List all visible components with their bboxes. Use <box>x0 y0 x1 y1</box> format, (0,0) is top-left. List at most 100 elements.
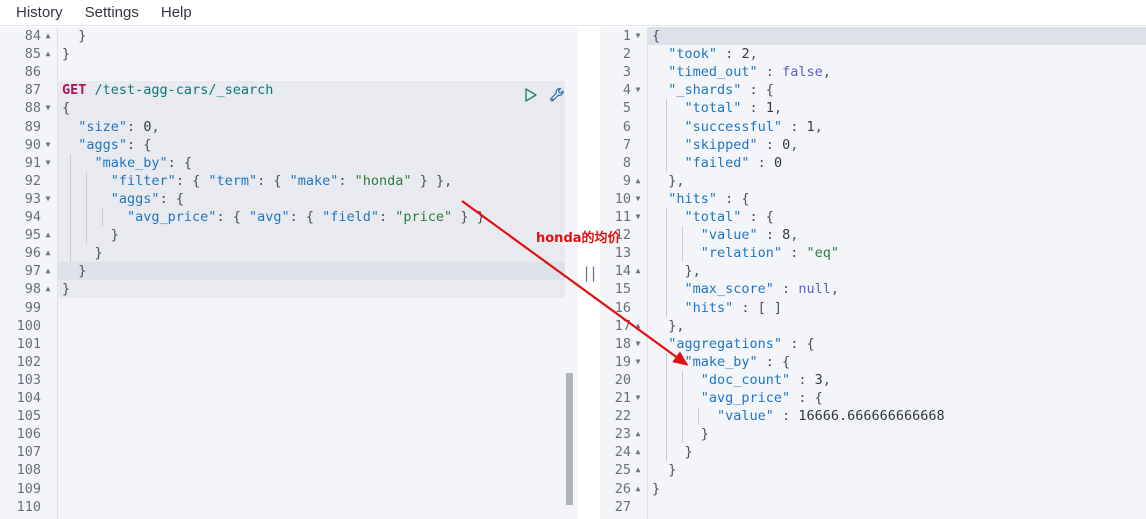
code-line[interactable]: "successful" : 1, <box>648 118 1146 136</box>
code-line[interactable]: "aggregations" : { <box>648 335 1146 353</box>
play-icon[interactable] <box>522 86 540 104</box>
fold-expand-icon[interactable]: ▲ <box>43 262 53 280</box>
code-line[interactable]: GET /test-agg-cars/_search <box>58 81 578 99</box>
fold-collapse-icon[interactable]: ▼ <box>43 99 53 117</box>
menu-item-help[interactable]: Help <box>151 1 202 25</box>
line-number[interactable]: 84 ▲ <box>0 27 57 45</box>
fold-expand-icon[interactable]: ▲ <box>43 27 53 45</box>
code-line[interactable] <box>58 443 578 461</box>
code-line[interactable]: } <box>58 244 578 262</box>
fold-expand-icon[interactable]: ▲ <box>633 461 643 479</box>
fold-collapse-icon[interactable]: ▼ <box>43 136 53 154</box>
line-number[interactable]: 95 ▲ <box>0 226 57 244</box>
code-line[interactable]: "value" : 16666.666666666668 <box>648 407 1146 425</box>
fold-expand-icon[interactable]: ▲ <box>633 262 643 280</box>
fold-collapse-icon[interactable]: ▼ <box>633 353 643 371</box>
line-number[interactable]: 21 ▼ <box>600 389 647 407</box>
code-line[interactable] <box>58 299 578 317</box>
line-number[interactable]: 18 ▼ <box>600 335 647 353</box>
code-line[interactable]: } <box>648 480 1146 498</box>
code-line[interactable] <box>58 317 578 335</box>
request-editor-pane[interactable]: 84 ▲ 85 ▲ 86 87 88 ▼ 89 90 ▼ 91 ▼ 92 93 ▼ 94 95 ▲ 96 ▲ 97 ▲ 98 ▲… <box>0 27 578 519</box>
code-line[interactable]: "timed_out" : false, <box>648 63 1146 81</box>
fold-expand-icon[interactable]: ▲ <box>633 172 643 190</box>
code-line[interactable]: } <box>648 425 1146 443</box>
line-number[interactable]: 17 ▲ <box>600 317 647 335</box>
code-line[interactable]: "total" : 1, <box>648 99 1146 117</box>
line-number[interactable]: 100 <box>0 317 57 335</box>
line-number[interactable]: 22 <box>600 407 647 425</box>
code-line[interactable] <box>58 63 578 81</box>
code-line[interactable]: } <box>58 226 578 244</box>
line-number[interactable]: 94 <box>0 208 57 226</box>
code-line[interactable]: { <box>58 99 578 117</box>
fold-collapse-icon[interactable]: ▼ <box>633 27 643 45</box>
line-number[interactable]: 108 <box>0 461 57 479</box>
code-line[interactable]: } <box>58 45 578 63</box>
fold-expand-icon[interactable]: ▲ <box>633 480 643 498</box>
fold-collapse-icon[interactable]: ▼ <box>633 389 643 407</box>
line-number[interactable]: 24 ▲ <box>600 443 647 461</box>
code-line[interactable]: "filter": { "term": { "make": "honda" } … <box>58 172 578 190</box>
line-number[interactable]: 4 ▼ <box>600 81 647 99</box>
code-line[interactable]: }, <box>648 317 1146 335</box>
code-line[interactable] <box>648 498 1146 516</box>
fold-expand-icon[interactable]: ▲ <box>43 244 53 262</box>
code-line[interactable]: } <box>648 443 1146 461</box>
line-number[interactable]: 2 <box>600 45 647 63</box>
left-code-area[interactable]: }} GET /test-agg-cars/_search{ "size": 0,… <box>58 27 578 519</box>
line-number[interactable]: 25 ▲ <box>600 461 647 479</box>
line-number[interactable]: 10 ▼ <box>600 190 647 208</box>
code-line[interactable]: } <box>58 27 578 45</box>
line-number[interactable]: 89 <box>0 118 57 136</box>
line-number[interactable]: 20 <box>600 371 647 389</box>
code-line[interactable]: }, <box>648 172 1146 190</box>
line-number[interactable]: 8 <box>600 154 647 172</box>
line-number[interactable]: 110 <box>0 498 57 516</box>
line-number[interactable]: 23 ▲ <box>600 425 647 443</box>
right-code-area[interactable]: { "took" : 2, "timed_out" : false, "_sha… <box>648 27 1146 519</box>
fold-expand-icon[interactable]: ▲ <box>633 443 643 461</box>
line-number[interactable]: 91 ▼ <box>0 154 57 172</box>
line-number[interactable]: 88 ▼ <box>0 99 57 117</box>
line-number[interactable]: 97 ▲ <box>0 262 57 280</box>
line-number[interactable]: 12 <box>600 226 647 244</box>
left-line-number-gutter[interactable]: 84 ▲ 85 ▲ 86 87 88 ▼ 89 90 ▼ 91 ▼ 92 93 ▼ 94 95 ▲ 96 ▲ 97 ▲ 98 ▲… <box>0 27 58 519</box>
fold-collapse-icon[interactable]: ▼ <box>43 154 53 172</box>
code-line[interactable] <box>58 371 578 389</box>
fold-collapse-icon[interactable]: ▼ <box>633 208 643 226</box>
line-number[interactable]: 98 ▲ <box>0 280 57 298</box>
code-line[interactable]: "doc_count" : 3, <box>648 371 1146 389</box>
code-line[interactable]: { <box>648 27 1146 45</box>
fold-collapse-icon[interactable]: ▼ <box>633 81 643 99</box>
code-line[interactable]: "aggs": { <box>58 190 578 208</box>
fold-expand-icon[interactable]: ▲ <box>633 317 643 335</box>
left-editor-scrollbar[interactable] <box>566 373 573 505</box>
code-line[interactable]: "skipped" : 0, <box>648 136 1146 154</box>
line-number[interactable]: 93 ▼ <box>0 190 57 208</box>
code-line[interactable]: }, <box>648 262 1146 280</box>
line-number[interactable]: 109 <box>0 480 57 498</box>
line-number[interactable]: 6 <box>600 118 647 136</box>
code-line[interactable]: "max_score" : null, <box>648 280 1146 298</box>
line-number[interactable]: 107 <box>0 443 57 461</box>
code-line[interactable]: "avg_price" : { <box>648 389 1146 407</box>
code-line[interactable]: "avg_price": { "avg": { "field": "price"… <box>58 208 578 226</box>
code-line[interactable] <box>58 498 578 516</box>
fold-collapse-icon[interactable]: ▼ <box>633 335 643 353</box>
line-number[interactable]: 102 <box>0 353 57 371</box>
line-number[interactable]: 7 <box>600 136 647 154</box>
line-number[interactable]: 26 ▲ <box>600 480 647 498</box>
code-line[interactable] <box>58 407 578 425</box>
fold-expand-icon[interactable]: ▲ <box>43 226 53 244</box>
line-number[interactable]: 27 <box>600 498 647 516</box>
code-line[interactable]: "hits" : [ ] <box>648 299 1146 317</box>
line-number[interactable]: 92 <box>0 172 57 190</box>
code-line[interactable] <box>58 335 578 353</box>
line-number[interactable]: 16 <box>600 299 647 317</box>
line-number[interactable]: 103 <box>0 371 57 389</box>
code-line[interactable]: } <box>648 461 1146 479</box>
line-number[interactable]: 11 ▼ <box>600 208 647 226</box>
code-line[interactable] <box>58 389 578 407</box>
code-line[interactable]: "aggs": { <box>58 136 578 154</box>
